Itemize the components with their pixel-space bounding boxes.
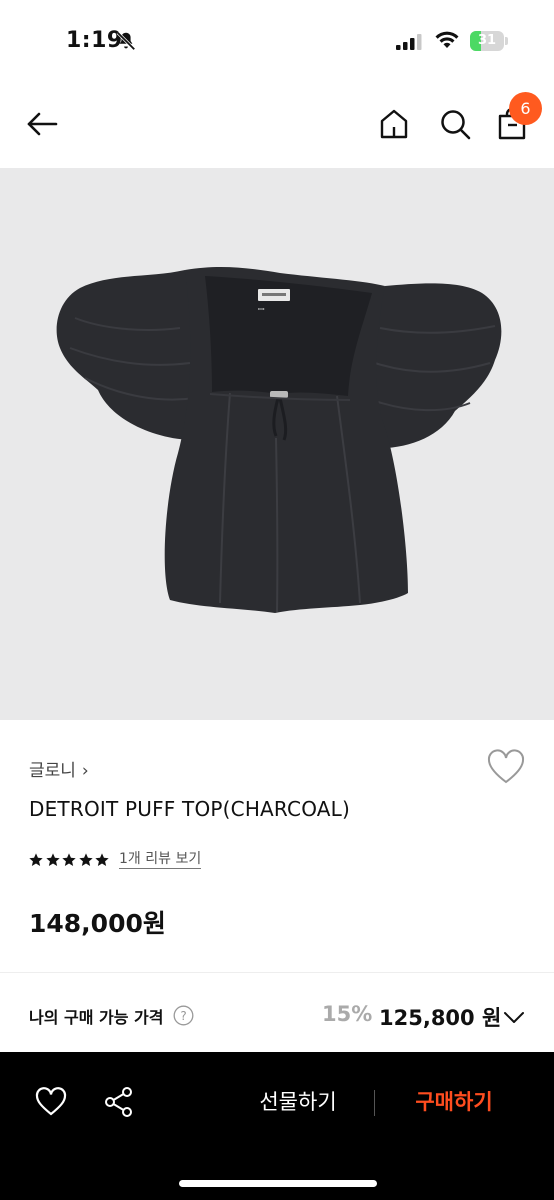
product-image[interactable]: ꟷ: [0, 168, 554, 720]
svg-text:ꟷ: ꟷ: [258, 305, 265, 314]
back-arrow-icon[interactable]: [24, 106, 60, 142]
section-divider: [0, 972, 554, 973]
chevron-right-icon: ›: [81, 761, 89, 781]
svg-text:?: ?: [180, 1009, 186, 1023]
bell-slash-icon: [116, 31, 136, 51]
star-icon: [45, 853, 60, 866]
discount-rate: 15%: [322, 1002, 373, 1026]
product-photo: ꟷ: [56, 266, 502, 613]
heart-icon[interactable]: [34, 1087, 68, 1117]
share-icon[interactable]: [102, 1085, 136, 1119]
star-icon: [78, 853, 93, 866]
star-icon: [29, 853, 43, 866]
cart-count-badge: 6: [509, 92, 542, 125]
brand-name: 글로니: [29, 761, 76, 781]
home-icon[interactable]: [376, 106, 412, 142]
button-divider: [374, 1090, 375, 1116]
star-icon: [95, 853, 109, 866]
star-icon: [62, 853, 76, 866]
discount-price: 125,800 원: [379, 1006, 502, 1030]
top-nav: 6: [0, 84, 554, 168]
home-indicator: [179, 1180, 377, 1187]
product-price: 148,000원: [29, 909, 166, 938]
bottom-action-bar: 선물하기 구매하기: [0, 1052, 554, 1200]
gift-button[interactable]: 선물하기: [238, 1082, 358, 1122]
review-link[interactable]: 1개 리뷰 보기: [119, 851, 202, 869]
signal-icon: [396, 34, 422, 50]
rating-stars: [28, 852, 111, 870]
battery-level: 31: [477, 33, 497, 48]
brand-link[interactable]: 글로니 ›: [29, 756, 89, 781]
buy-button[interactable]: 구매하기: [394, 1082, 514, 1122]
wifi-icon: [435, 31, 459, 48]
status-bar: 1:19 31: [0, 0, 554, 84]
heart-wishlist-icon[interactable]: [486, 749, 526, 785]
help-question-icon[interactable]: ?: [173, 1005, 194, 1026]
my-price-label: 나의 구매 가능 가격: [29, 1008, 164, 1027]
battery-icon: 31: [470, 31, 508, 51]
search-icon[interactable]: [437, 106, 473, 142]
product-name: DETROIT PUFF TOP(CHARCOAL): [29, 797, 351, 821]
chevron-down-icon[interactable]: [503, 1006, 525, 1028]
